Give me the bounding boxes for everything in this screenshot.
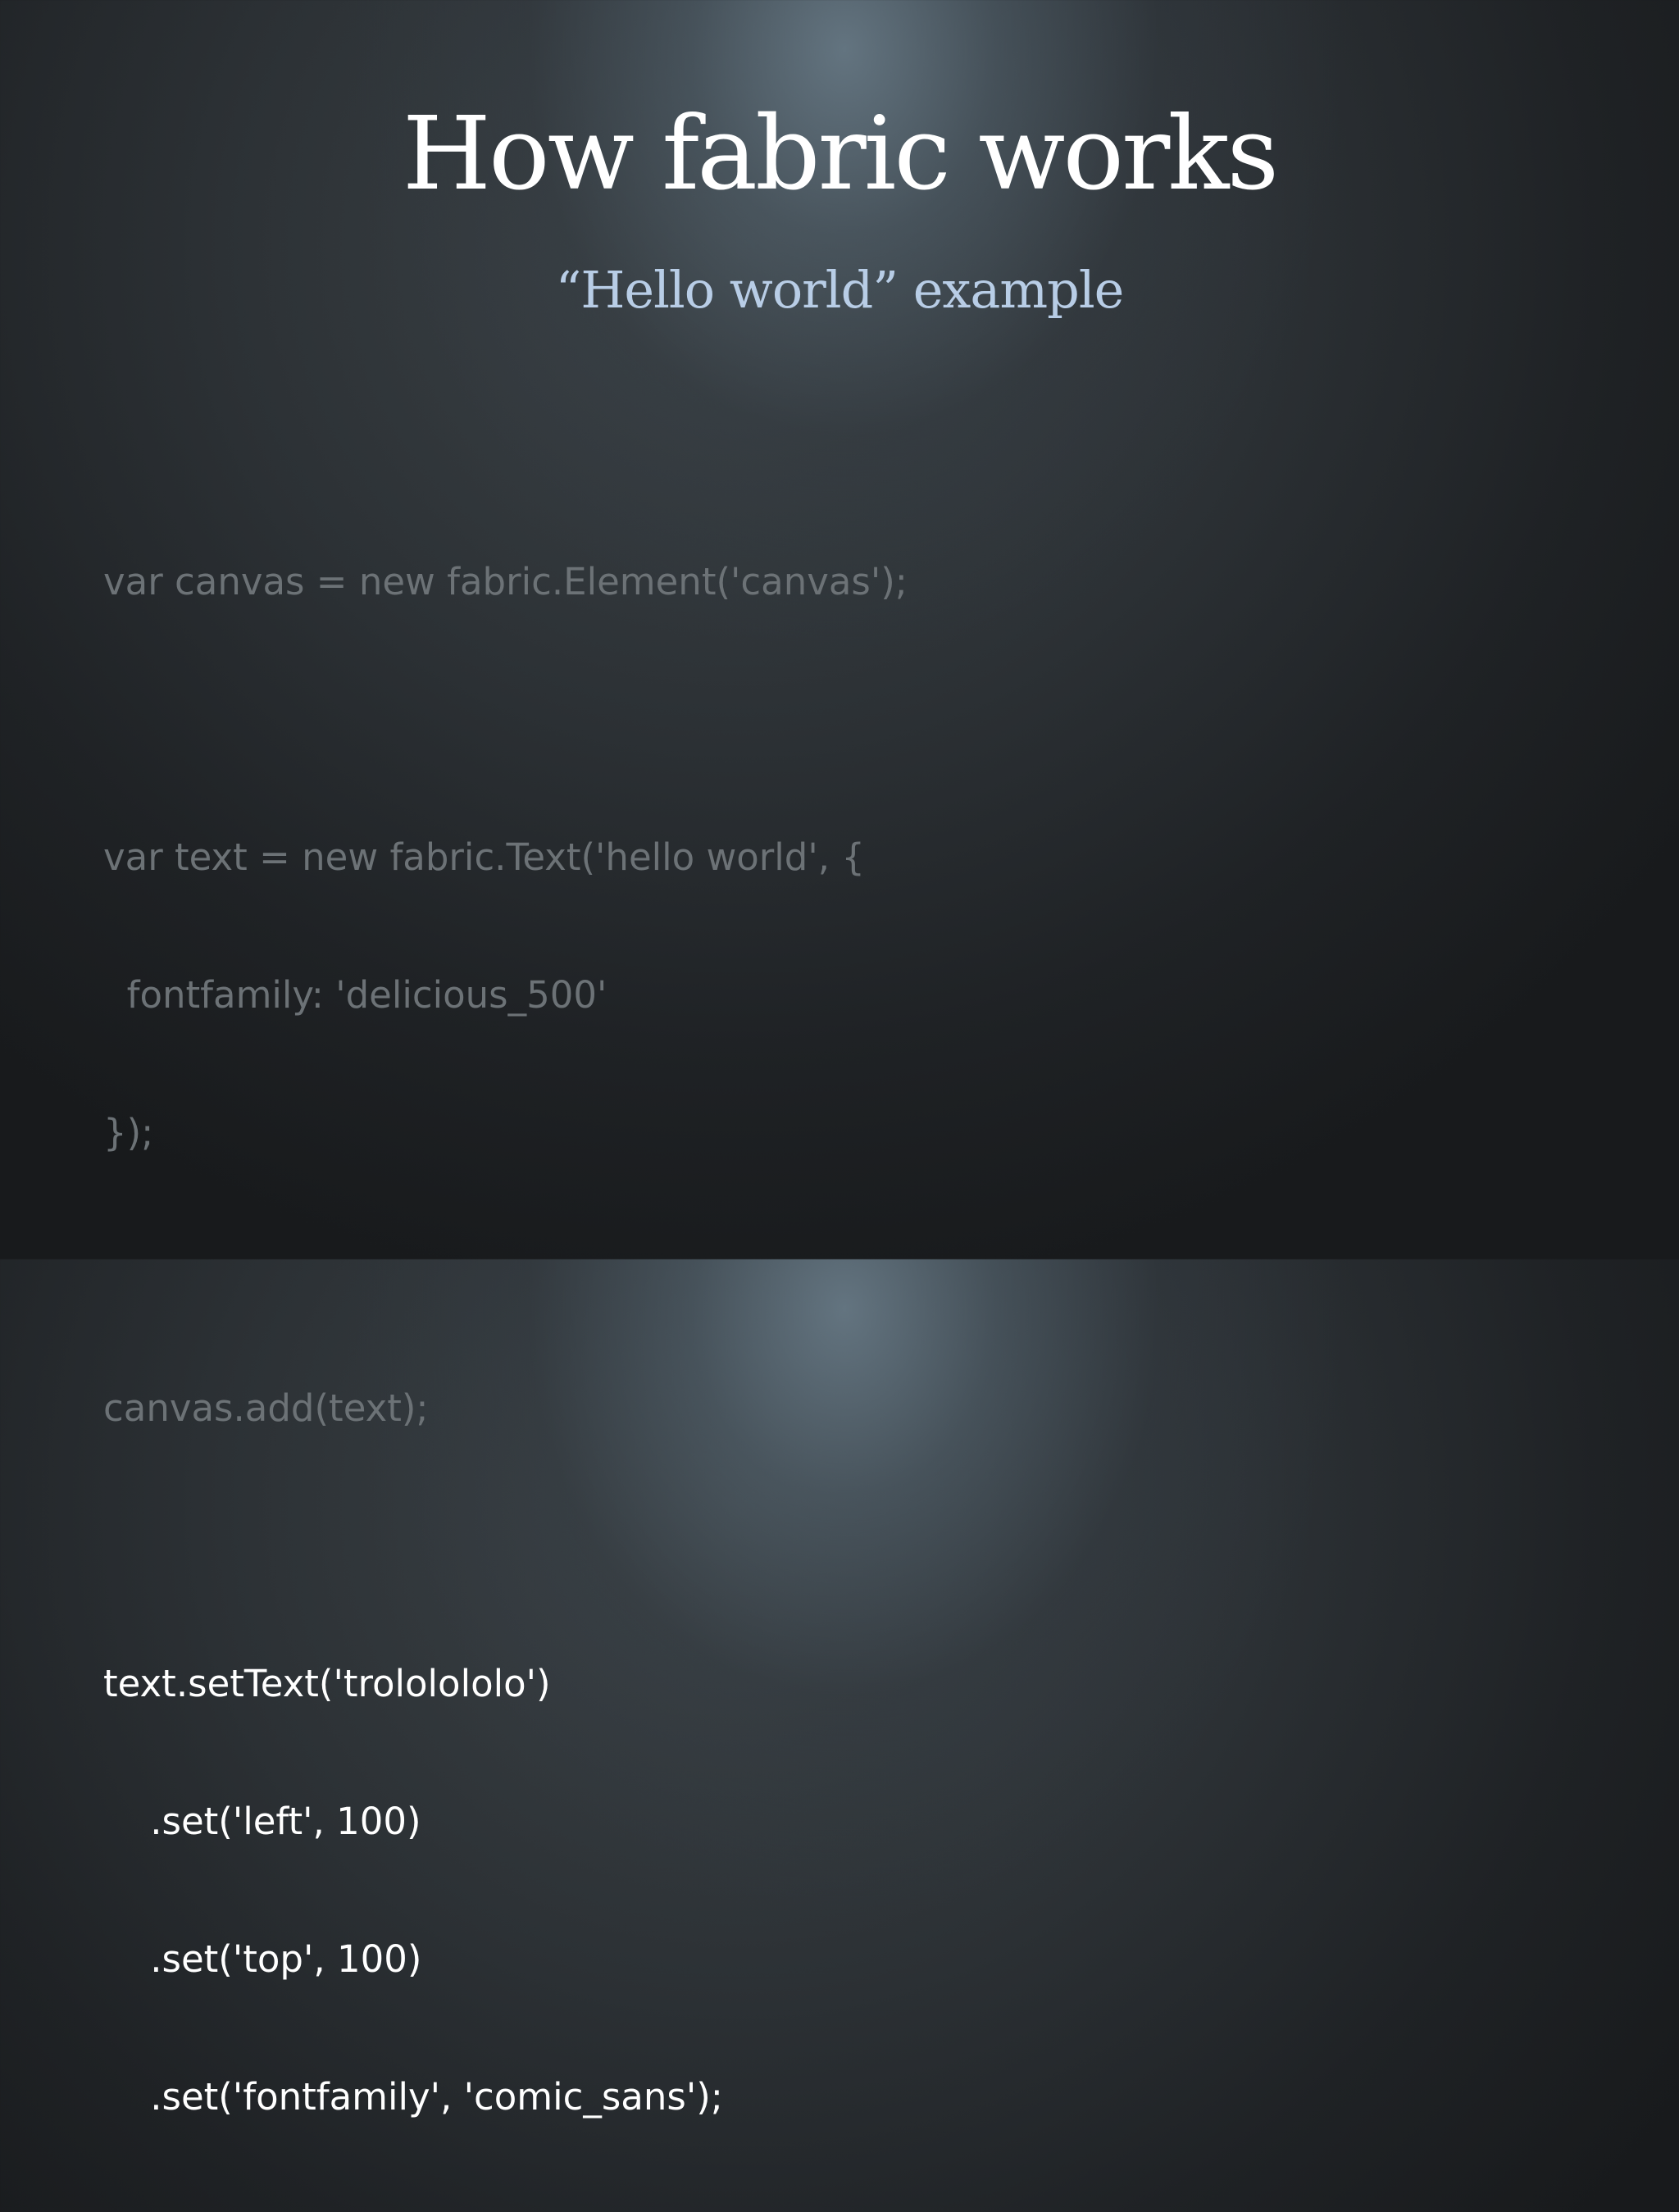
code-line: }); bbox=[103, 1111, 154, 1154]
code-line: var canvas = new fabric.Element('canvas'… bbox=[103, 560, 908, 603]
slide: How fabric works “Hello world” example v… bbox=[0, 0, 1679, 2119]
code-line: var text = new fabric.Text('hello world'… bbox=[103, 835, 865, 879]
code-line-highlighted: text.setText('trololololo') bbox=[103, 1662, 551, 1705]
code-line: fontfamily: 'delicious_500' bbox=[103, 973, 607, 1017]
slide-title: How fabric works bbox=[402, 95, 1279, 213]
slide-subtitle: “Hello world” example bbox=[555, 260, 1125, 320]
code-line-highlighted: .set('fontfamily', 'comic_sans'); bbox=[103, 2075, 723, 2119]
code-block: var canvas = new fabric.Element('canvas'… bbox=[103, 467, 1579, 2212]
code-line-highlighted: .set('left', 100) bbox=[103, 1800, 421, 1843]
code-line: canvas.add(text); bbox=[103, 1386, 429, 1430]
code-line-highlighted: .set('top', 100) bbox=[103, 1937, 422, 1981]
